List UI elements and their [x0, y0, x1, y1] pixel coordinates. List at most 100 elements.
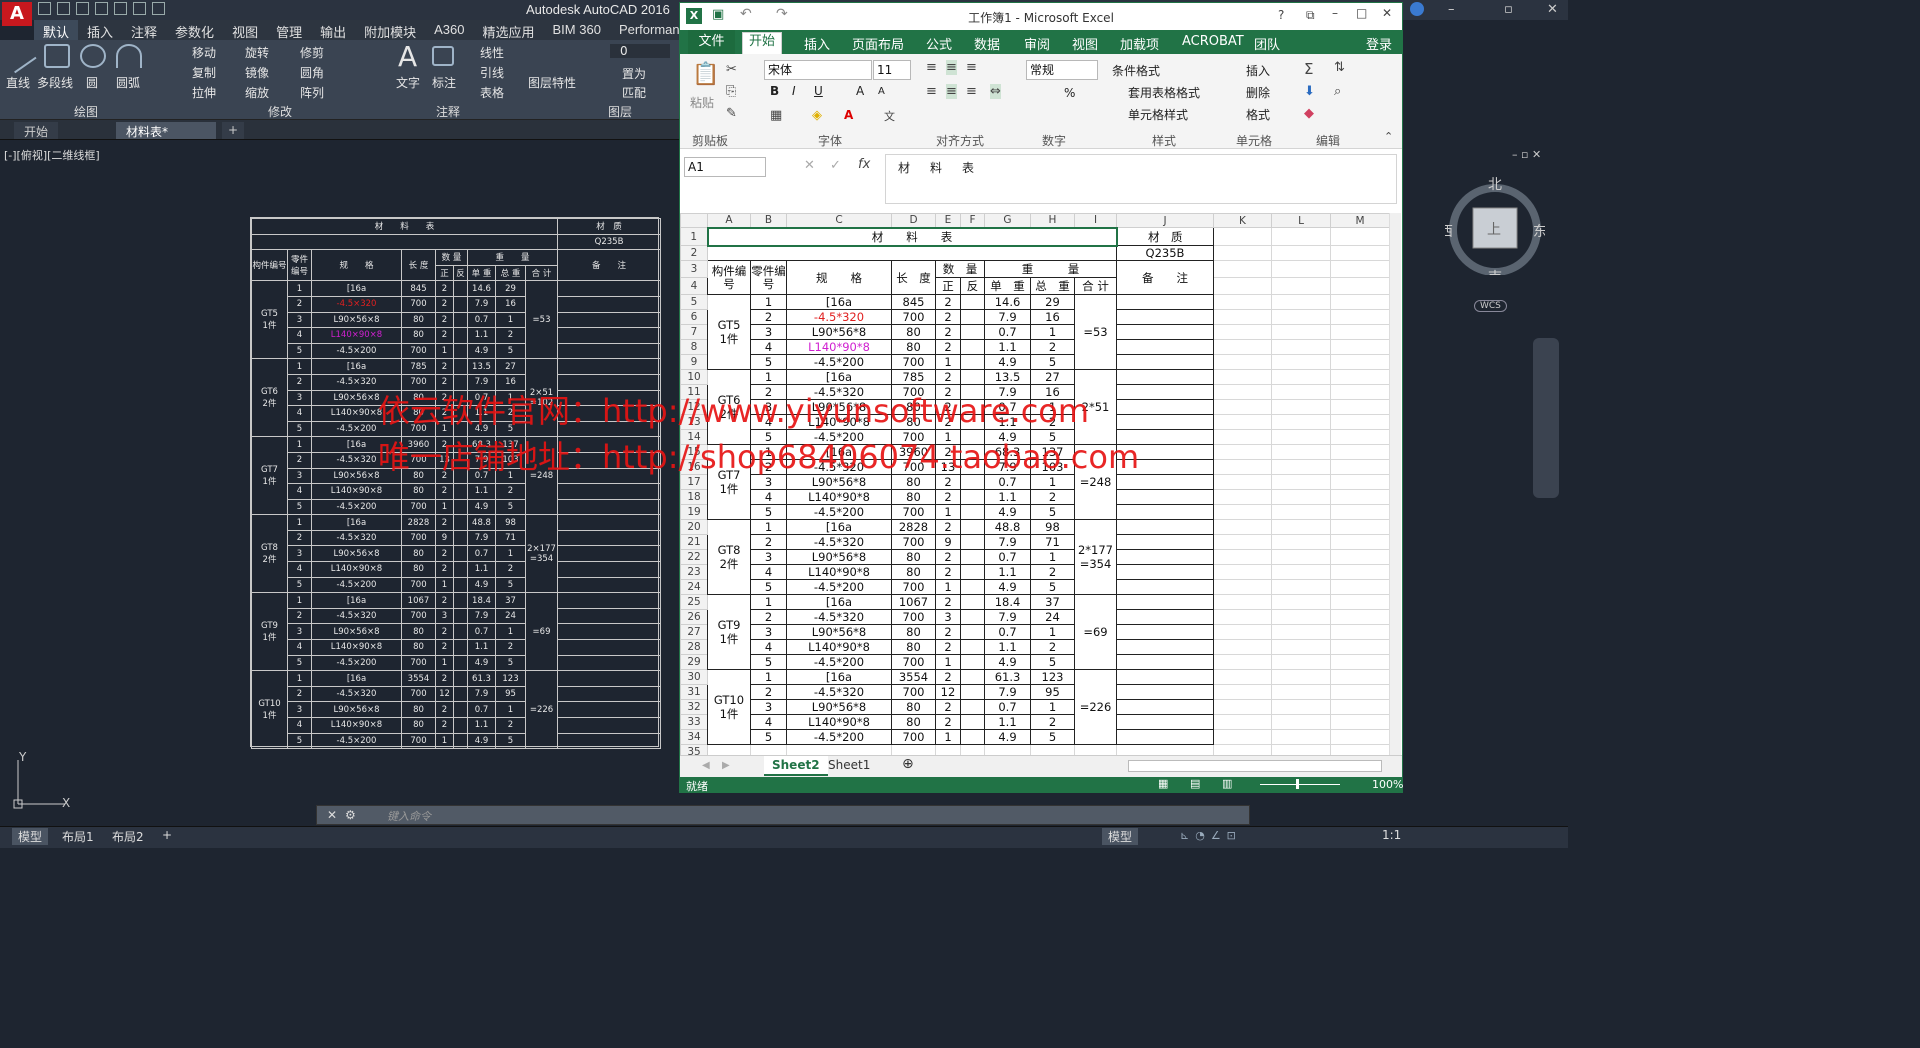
tab-manage[interactable]: 管理: [267, 20, 311, 40]
tab-addins[interactable]: 加载项: [1120, 34, 1159, 53]
cell-qty[interactable]: 2: [935, 549, 961, 565]
cell-length[interactable]: 700: [891, 354, 936, 370]
cell[interactable]: [1271, 384, 1331, 400]
cell-spec[interactable]: L90*56*8: [786, 474, 892, 490]
row-header[interactable]: 30: [680, 669, 708, 685]
cell[interactable]: [1330, 245, 1390, 261]
cell[interactable]: [1271, 684, 1331, 700]
grid-row[interactable]: 12 3 L90*56*8 80 2 0.7 1: [680, 399, 1390, 415]
grid-row[interactable]: 30 GT10 1件 1 [16a 3554 2 61.3 123 =226: [680, 669, 1390, 745]
cell-qty[interactable]: 2: [935, 384, 961, 400]
cell-length[interactable]: 700: [891, 504, 936, 520]
cell[interactable]: [1271, 459, 1331, 475]
cell-qty[interactable]: 2: [935, 309, 961, 325]
align-middle-icon[interactable]: ≡: [946, 60, 957, 75]
zoom-level[interactable]: 100%: [1372, 778, 1403, 791]
cell-length[interactable]: 700: [891, 429, 936, 445]
cell-sub[interactable]: 1: [750, 444, 787, 460]
cell[interactable]: [1213, 714, 1272, 730]
tab-insert[interactable]: 插入: [78, 20, 122, 40]
column-header[interactable]: E: [935, 213, 961, 228]
tab-addins[interactable]: 附加模块: [355, 20, 425, 40]
cell-qty[interactable]: 2: [935, 639, 961, 655]
grid-row[interactable]: 16 2 -4.5*320 700 13 7.9 103: [680, 459, 1390, 475]
cell-spec[interactable]: [16a: [786, 369, 892, 385]
cell-total[interactable]: 2: [1030, 564, 1075, 580]
cell-header-weight[interactable]: 重 量: [984, 260, 1117, 278]
cut-icon[interactable]: ✂: [726, 62, 737, 77]
cell-sub[interactable]: 2: [750, 309, 787, 325]
cell[interactable]: [1213, 414, 1272, 430]
cell-unit[interactable]: 1.1: [984, 489, 1031, 505]
row-header[interactable]: 29: [680, 654, 708, 670]
cell[interactable]: [1330, 714, 1390, 730]
cell[interactable]: [1213, 729, 1272, 745]
cell[interactable]: [1330, 504, 1390, 520]
row-header[interactable]: 24: [680, 579, 708, 595]
cell-part-name[interactable]: GT9 1件: [707, 594, 751, 670]
fillet-button[interactable]: 圆角: [300, 64, 324, 81]
login-link[interactable]: 登录: [1366, 34, 1392, 53]
cell[interactable]: [1330, 549, 1390, 565]
cell-length[interactable]: 1067: [891, 594, 936, 610]
file-tab-start[interactable]: 开始: [14, 122, 59, 139]
align-bottom-icon[interactable]: ≡: [966, 60, 977, 75]
format-cells-button[interactable]: 格式: [1246, 106, 1270, 123]
cell-length[interactable]: 700: [891, 579, 936, 595]
tab-featured-apps[interactable]: 精选应用: [474, 20, 544, 40]
cell[interactable]: [1330, 684, 1390, 700]
cell[interactable]: [1213, 669, 1272, 685]
cell[interactable]: [1213, 384, 1272, 400]
cell-sub[interactable]: 3: [750, 549, 787, 565]
clear-icon[interactable]: ◆: [1304, 106, 1314, 121]
viewport-controls[interactable]: – ▫ ✕: [1512, 148, 1541, 161]
cell-total[interactable]: 123: [1030, 669, 1075, 685]
array-button[interactable]: 阵列: [300, 84, 324, 101]
cell-spec[interactable]: L140*90*8: [786, 414, 892, 430]
row-header[interactable]: 26: [680, 609, 708, 625]
cell-sub[interactable]: 1: [750, 669, 787, 685]
cell[interactable]: [1271, 474, 1331, 490]
cell-total[interactable]: 2: [1030, 414, 1075, 430]
grid-row[interactable]: 32 3 L90*56*8 80 2 0.7 1: [680, 699, 1390, 715]
cell[interactable]: [1330, 324, 1390, 340]
cell-sub[interactable]: 4: [750, 489, 787, 505]
cell-length[interactable]: 845: [891, 294, 936, 310]
cell-sub[interactable]: 5: [750, 504, 787, 520]
page-layout-view-icon[interactable]: ▤: [1190, 777, 1200, 790]
tab-output[interactable]: 输出: [311, 20, 355, 40]
column-header[interactable]: A: [707, 213, 751, 228]
row-header[interactable]: 2: [680, 245, 708, 261]
cell-qty[interactable]: 2: [935, 324, 961, 340]
cell-spec[interactable]: [16a: [786, 594, 892, 610]
cell-spec[interactable]: -4.5*320: [786, 309, 892, 325]
row-header[interactable]: 4: [680, 277, 708, 295]
font-size-select[interactable]: 11: [873, 60, 911, 80]
row-header[interactable]: 18: [680, 489, 708, 505]
cell-unit[interactable]: 4.9: [984, 354, 1031, 370]
cell-unit[interactable]: 48.8: [984, 519, 1031, 535]
percent-button[interactable]: %: [1064, 86, 1075, 100]
group-font[interactable]: 字体: [818, 132, 842, 149]
cell-spec[interactable]: -4.5*320: [786, 459, 892, 475]
cell-spec[interactable]: L90*56*8: [786, 699, 892, 715]
row-header[interactable]: 5: [680, 294, 708, 310]
column-header-row[interactable]: ABCDEFGHIJKLM: [680, 213, 1390, 228]
grid-row[interactable]: 1材 料 表材 质: [680, 226, 1390, 247]
cell-length[interactable]: 700: [891, 459, 936, 475]
cell[interactable]: [1271, 489, 1331, 505]
cell-length[interactable]: 80: [891, 549, 936, 565]
cell-sub[interactable]: 4: [750, 714, 787, 730]
cell-total[interactable]: 1: [1030, 699, 1075, 715]
row-header[interactable]: 31: [680, 684, 708, 700]
cell[interactable]: [1213, 534, 1272, 550]
polyline-button[interactable]: 多段线: [37, 74, 73, 91]
cell[interactable]: [1271, 309, 1331, 325]
grid-row[interactable]: 5 GT5 1件 1 [16a 845 2 14.6 29 =53: [680, 294, 1390, 370]
cell-unit[interactable]: 4.9: [984, 504, 1031, 520]
cell[interactable]: [1330, 729, 1390, 745]
zoom-slider[interactable]: [1260, 784, 1340, 785]
cell[interactable]: [1271, 324, 1331, 340]
cell-spec[interactable]: L90*56*8: [786, 549, 892, 565]
cell-header-sub[interactable]: 零件编号: [750, 260, 787, 295]
